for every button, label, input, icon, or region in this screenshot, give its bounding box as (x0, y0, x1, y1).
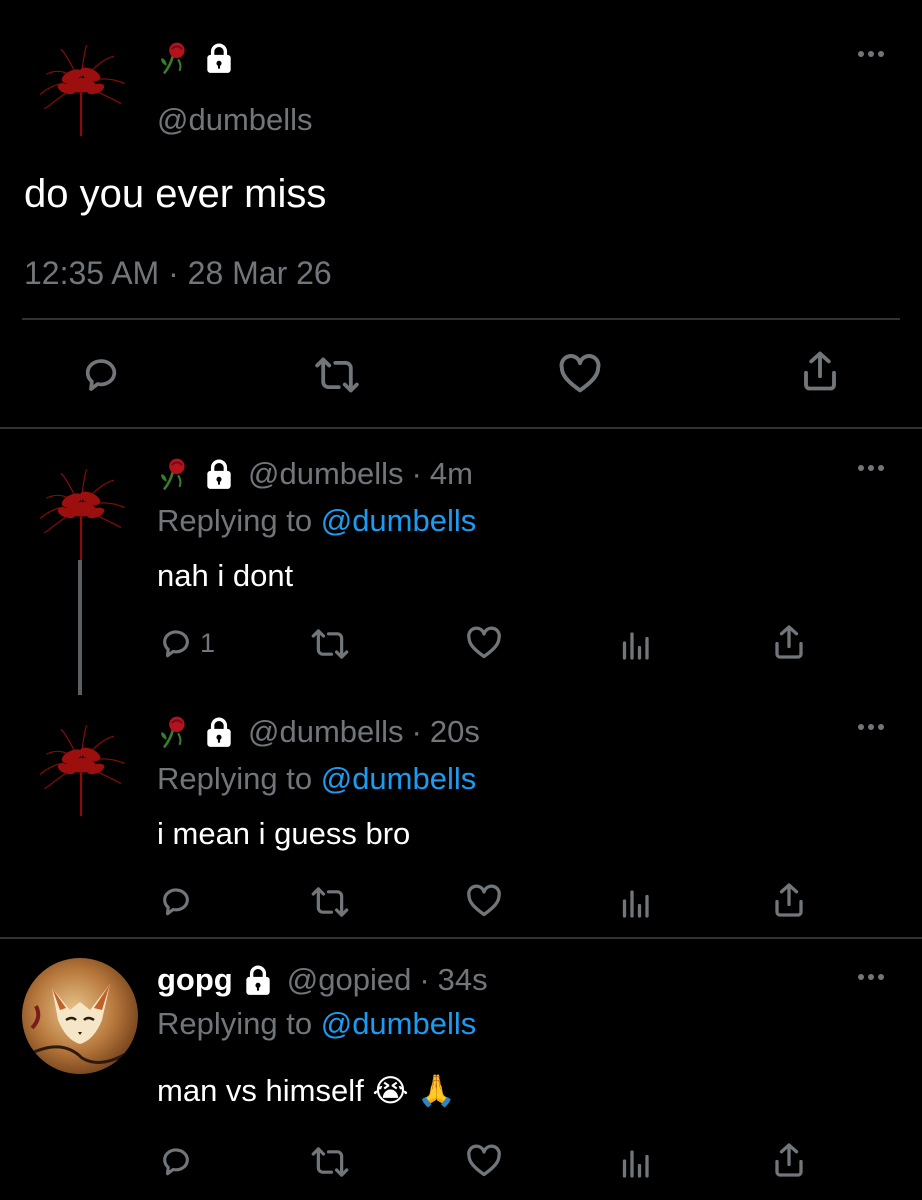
replying-to: Replying to @dumbells (157, 1006, 476, 1042)
like-icon (467, 884, 501, 917)
lock-icon (202, 715, 236, 749)
replying-handle-link[interactable]: @dumbells (321, 503, 477, 538)
reply-button[interactable] (80, 354, 122, 394)
replying-to: Replying to @dumbells (157, 503, 476, 539)
like-button[interactable] (466, 1144, 502, 1178)
more-options-icon[interactable] (858, 465, 884, 471)
reply-text: man vs himself 😭 🙏 (157, 1073, 456, 1108)
reply-text: i mean i guess bro (157, 816, 411, 851)
avatar[interactable] (22, 38, 140, 138)
analytics-icon (622, 1150, 649, 1178)
replying-label: Replying to (157, 503, 313, 538)
share-icon (775, 625, 803, 659)
like-icon (467, 626, 501, 659)
retweet-icon (315, 357, 359, 393)
replying-label: Replying to (157, 1006, 313, 1041)
reply-count: 1 (200, 627, 216, 658)
replying-label: Replying to (157, 761, 313, 796)
name-badges (156, 40, 236, 76)
lock-icon (202, 41, 236, 75)
tweet-handle[interactable]: @dumbells (157, 102, 313, 138)
retweet-button[interactable] (314, 356, 360, 394)
analytics-icon (622, 632, 649, 660)
reply-icon (163, 630, 189, 658)
like-button[interactable] (466, 884, 502, 918)
avatar[interactable] (22, 958, 138, 1074)
fox-avatar-icon (29, 984, 133, 1064)
reply-time[interactable]: 34s (438, 962, 488, 998)
red-spider-lily-icon (22, 718, 140, 818)
share-button[interactable] (772, 882, 806, 918)
like-button[interactable] (466, 626, 502, 660)
like-button[interactable] (558, 354, 602, 394)
reply-icon (163, 1148, 189, 1176)
replying-handle-link[interactable]: @dumbells (321, 1006, 477, 1041)
retweet-button[interactable] (310, 886, 350, 918)
more-options-icon[interactable] (858, 51, 884, 57)
analytics-button[interactable] (620, 626, 650, 660)
rose-icon (156, 40, 190, 76)
reply-handle[interactable]: @dumbells (248, 456, 404, 492)
separator: · (411, 714, 422, 749)
lock-icon (202, 457, 236, 491)
retweet-button[interactable] (310, 1146, 350, 1178)
reply-time[interactable]: 20s (430, 714, 480, 750)
tweet-timestamp[interactable]: 12:35 AM · 28 Mar 26 (24, 255, 332, 292)
reply-handle[interactable]: @gopied (287, 962, 412, 998)
more-options-icon[interactable] (858, 974, 884, 980)
reply-text: nah i dont (157, 558, 294, 593)
red-spider-lily-icon (22, 462, 140, 562)
separator: · (411, 456, 422, 491)
reply-handle[interactable]: @dumbells (248, 714, 404, 750)
tweet-text: do you ever miss (24, 172, 327, 216)
reply-button[interactable] (158, 1144, 194, 1178)
display-name[interactable]: gopg (157, 962, 233, 998)
retweet-button[interactable] (310, 628, 350, 660)
share-button[interactable] (772, 624, 806, 660)
lock-icon (241, 963, 275, 997)
red-spider-lily-icon (22, 38, 140, 138)
share-button[interactable] (800, 350, 840, 392)
more-options-icon[interactable] (858, 724, 884, 730)
reply-time[interactable]: 4m (430, 456, 473, 492)
reply-header: gopg @gopied · 34s (157, 962, 488, 998)
like-icon (559, 354, 601, 393)
reply-header: @dumbells · 4m (156, 456, 473, 492)
reply-button[interactable] (158, 884, 194, 918)
thread-line (78, 560, 82, 695)
share-icon (775, 883, 803, 917)
divider (0, 427, 922, 429)
reply-button[interactable]: 1 (158, 626, 215, 660)
share-icon (775, 1143, 803, 1177)
avatar[interactable] (22, 718, 140, 818)
separator: · (419, 962, 430, 997)
share-icon (804, 351, 836, 391)
avatar[interactable] (22, 462, 140, 562)
rose-icon (156, 714, 190, 750)
like-icon (467, 1144, 501, 1177)
retweet-icon (311, 1147, 349, 1177)
divider (0, 937, 922, 939)
replying-to: Replying to @dumbells (157, 761, 476, 797)
replying-handle-link[interactable]: @dumbells (321, 761, 477, 796)
analytics-icon (622, 890, 649, 918)
share-button[interactable] (772, 1142, 806, 1178)
analytics-button[interactable] (620, 1144, 650, 1178)
rose-icon (156, 456, 190, 492)
retweet-icon (311, 629, 349, 659)
analytics-button[interactable] (620, 884, 650, 918)
retweet-icon (311, 887, 349, 917)
reply-icon (85, 359, 117, 391)
reply-icon (163, 888, 189, 916)
divider (22, 318, 900, 320)
reply-header: @dumbells · 20s (156, 714, 480, 750)
